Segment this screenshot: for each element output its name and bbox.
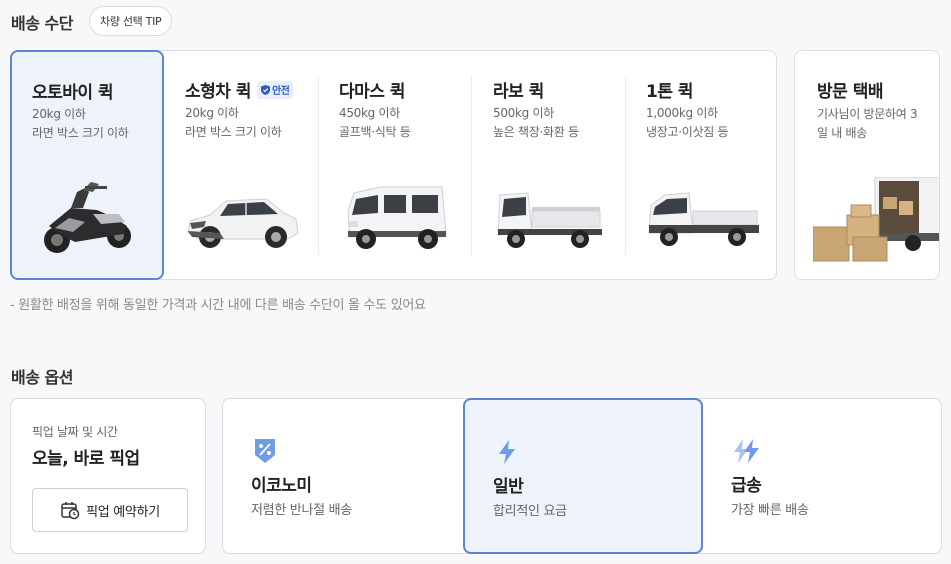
pickup-card: 픽업 날짜 및 시간 오늘, 바로 픽업 픽업 예약하기 bbox=[10, 398, 206, 554]
parcel-truck-image bbox=[813, 177, 939, 262]
option-desc: 가장 빠른 배송 bbox=[731, 503, 809, 518]
safe-badge-label: 안전 bbox=[271, 86, 290, 97]
vehicle-desc: 라면 박스 크기 이하 bbox=[185, 125, 282, 139]
vehicle-card-1ton[interactable]: 1톤 퀵 1,000kg 이하 냉장고·이삿짐 등 bbox=[626, 51, 776, 279]
pickup-label: 픽업 날짜 및 시간 bbox=[32, 425, 118, 439]
option-title: 급송 bbox=[731, 476, 762, 496]
option-economy[interactable]: 이코노미 저렴한 반나절 배송 bbox=[223, 399, 463, 553]
vehicle-desc: 골프백·식탁 등 bbox=[339, 125, 411, 139]
reserve-pickup-button[interactable]: 픽업 예약하기 bbox=[32, 488, 188, 532]
vehicle-weight: 500kg 이하 bbox=[493, 106, 554, 120]
vehicle-weight: 450kg 이하 bbox=[339, 106, 400, 120]
vehicle-card-labo[interactable]: 라보 퀵 500kg 이하 높은 책장·화환 등 bbox=[473, 51, 626, 279]
calendar-clock-icon bbox=[61, 502, 80, 520]
motorcycle-image bbox=[44, 182, 131, 253]
delivery-method-title: 배송 수단 bbox=[11, 14, 73, 33]
damas-van-image bbox=[347, 186, 447, 249]
delivery-notice: - 원활한 배정을 위해 동일한 가격과 시간 내에 다른 배송 수단이 올 수… bbox=[10, 298, 426, 313]
lightning-icon bbox=[499, 440, 515, 464]
delivery-options-title: 배송 옵션 bbox=[11, 368, 73, 387]
safe-badge: 안전 bbox=[256, 80, 294, 99]
shield-icon bbox=[260, 84, 270, 95]
vehicle-desc: 냉장고·이삿짐 등 bbox=[646, 125, 729, 139]
vehicle-options: 오토바이 퀵 20kg 이하 라면 박스 크기 이하 소형차 퀵 안전 20kg… bbox=[10, 50, 777, 280]
option-desc: 저렴한 반나절 배송 bbox=[251, 503, 352, 518]
small-car-image bbox=[187, 198, 299, 248]
vehicle-weight: 1,000kg 이하 bbox=[646, 106, 718, 120]
vehicle-name: 오토바이 퀵 bbox=[32, 83, 114, 103]
vehicle-name-text: 소형차 퀵 bbox=[185, 82, 251, 102]
visit-parcel-name: 방문 택배 bbox=[817, 82, 883, 102]
vehicle-name: 라보 퀵 bbox=[493, 82, 544, 102]
vehicle-desc: 높은 책장·화환 등 bbox=[493, 125, 579, 139]
option-title: 이코노미 bbox=[251, 476, 312, 496]
speed-options: 이코노미 저렴한 반나절 배송 일반 합리적인 요금 급송 가장 빠른 배송 bbox=[222, 398, 942, 554]
vehicle-name: 1톤 퀵 bbox=[646, 82, 694, 102]
vehicle-card-motorcycle[interactable]: 오토바이 퀵 20kg 이하 라면 박스 크기 이하 bbox=[10, 50, 164, 280]
1ton-truck-image bbox=[648, 192, 759, 246]
vehicle-weight: 20kg 이하 bbox=[185, 106, 239, 120]
vehicle-desc: 라면 박스 크기 이하 bbox=[32, 126, 129, 140]
double-lightning-icon bbox=[734, 439, 759, 463]
discount-tag-icon bbox=[255, 439, 275, 463]
reserve-pickup-label: 픽업 예약하기 bbox=[86, 504, 160, 520]
visit-parcel-desc: 기사님이 방문하여 3일 내 배송 bbox=[817, 107, 918, 140]
option-normal[interactable]: 일반 합리적인 요금 bbox=[463, 398, 703, 554]
labo-truck-image bbox=[497, 192, 602, 248]
option-desc: 합리적인 요금 bbox=[493, 504, 567, 519]
pickup-value: 오늘, 바로 픽업 bbox=[32, 449, 140, 469]
option-express[interactable]: 급송 가장 빠른 배송 bbox=[703, 399, 943, 553]
vehicle-tip-button[interactable]: 차량 선택 TIP bbox=[89, 6, 173, 36]
vehicle-weight: 20kg 이하 bbox=[32, 107, 86, 121]
option-title: 일반 bbox=[493, 477, 524, 497]
vehicle-card-small-car[interactable]: 소형차 퀵 안전 20kg 이하 라면 박스 크기 이하 bbox=[165, 51, 319, 279]
vehicle-name: 다마스 퀵 bbox=[339, 82, 405, 102]
vehicle-card-visit-parcel[interactable]: 방문 택배 기사님이 방문하여 3일 내 배송 bbox=[794, 50, 940, 280]
vehicle-name: 소형차 퀵 안전 bbox=[185, 77, 294, 102]
vehicle-card-damas[interactable]: 다마스 퀵 450kg 이하 골프백·식탁 등 bbox=[319, 51, 472, 279]
